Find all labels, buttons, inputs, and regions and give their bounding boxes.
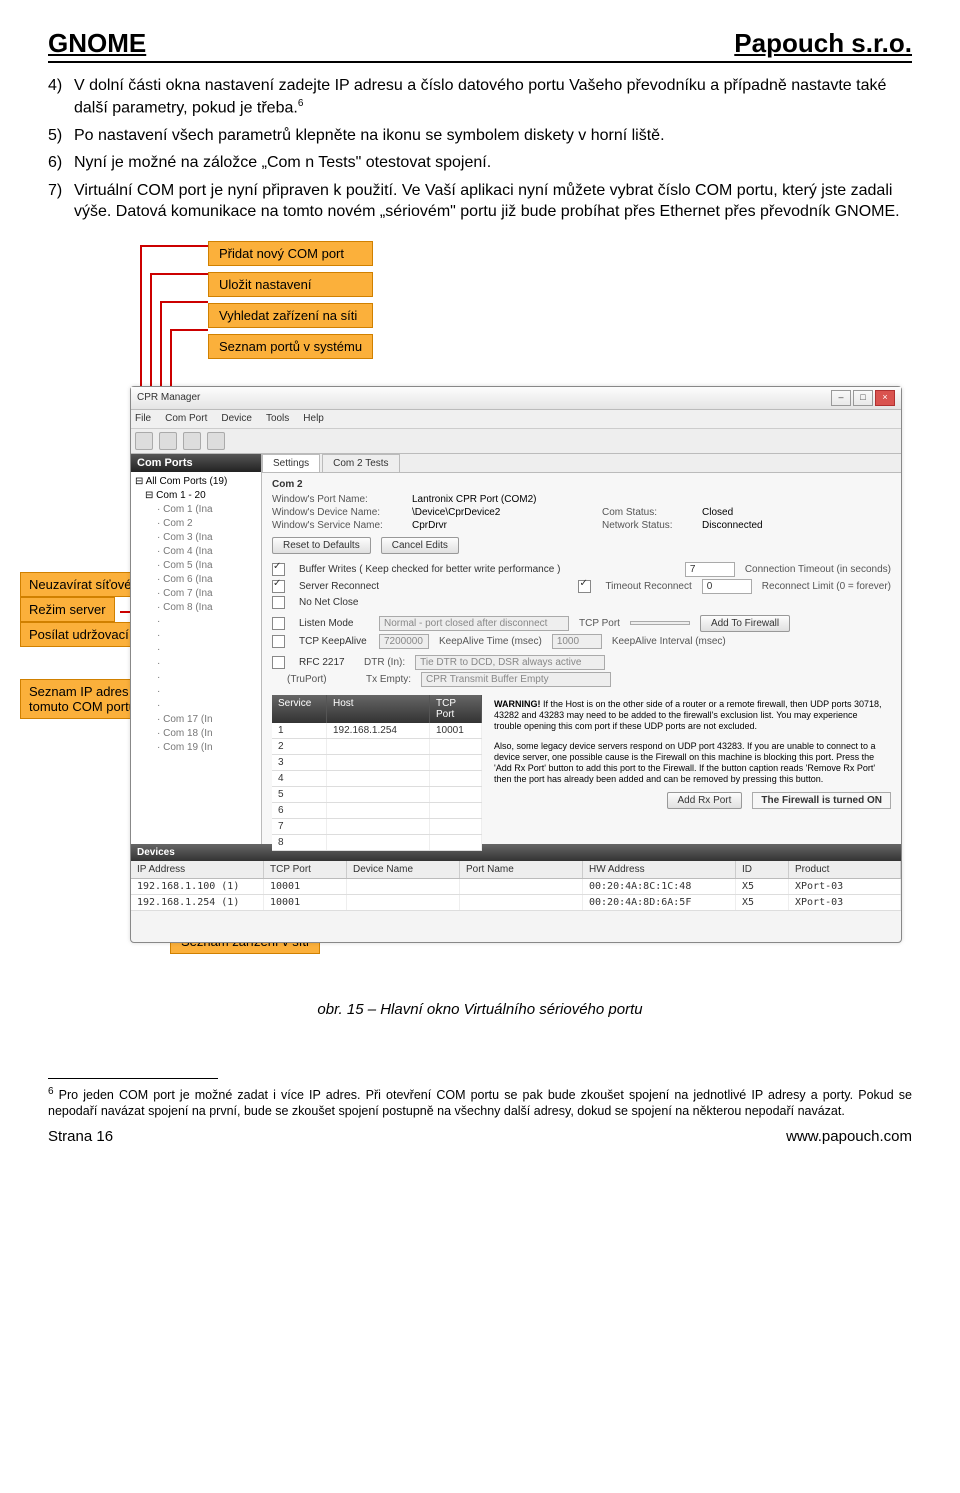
- settings-panel: Settings Com 2 Tests Com 2 Window's Port…: [262, 454, 901, 844]
- tree-item[interactable]: · Com 7 (Ina: [157, 587, 257, 601]
- menu-file[interactable]: File: [135, 413, 151, 424]
- host-row[interactable]: 2: [272, 739, 482, 755]
- callout-server-mode: Režim server: [20, 597, 115, 622]
- host-row[interactable]: 6: [272, 803, 482, 819]
- footnote: 6 Pro jeden COM port je možné zadat i ví…: [48, 1085, 912, 1120]
- tree-item[interactable]: · Com 8 (Ina: [157, 601, 257, 615]
- keepalive-interval-field[interactable]: 1000: [552, 634, 602, 649]
- close-button[interactable]: ×: [875, 390, 895, 406]
- timeout-reconnect-field[interactable]: 0: [702, 579, 752, 594]
- timeout-reconnect-checkbox[interactable]: [578, 580, 591, 593]
- add-rx-port-button[interactable]: Add Rx Port: [667, 792, 743, 809]
- callout-save: Uložit nastavení: [208, 272, 373, 297]
- item5-num: 5): [48, 125, 74, 147]
- tree-item[interactable]: · Com 18 (In: [157, 727, 257, 741]
- tree-item[interactable]: · Com 1 (Ina: [157, 503, 257, 517]
- item5-text: Po nastavení všech parametrů klepněte na…: [74, 125, 912, 147]
- host-row[interactable]: 4: [272, 771, 482, 787]
- tree-item[interactable]: · Com 4 (Ina: [157, 545, 257, 559]
- host-row[interactable]: 3: [272, 755, 482, 771]
- warning-text-2: Also, some legacy device servers respond…: [490, 737, 891, 790]
- item7-text: Virtuální COM port je nyní připraven k p…: [74, 180, 912, 223]
- keepalive-time-field[interactable]: 7200000: [379, 634, 429, 649]
- titlebar: CPR Manager – □ ×: [131, 387, 901, 410]
- figure-caption: obr. 15 – Hlavní okno Virtuálního sériov…: [48, 1001, 912, 1018]
- host-row[interactable]: 7: [272, 819, 482, 835]
- cancel-edits-button[interactable]: Cancel Edits: [381, 537, 459, 554]
- instruction-list: 4) V dolní části okna nastavení zadejte …: [48, 75, 912, 223]
- toolbar-save-icon[interactable]: [159, 432, 177, 450]
- header-left: GNOME: [48, 28, 146, 59]
- toolbar: [131, 429, 901, 454]
- item6-text: Nyní je možné na záložce „Com n Tests" o…: [74, 152, 912, 174]
- sidebar: Com Ports ⊟ All Com Ports (19) ⊟ Com 1 -…: [131, 454, 262, 844]
- tree-item[interactable]: · Com 5 (Ina: [157, 559, 257, 573]
- rfc2217-checkbox[interactable]: [272, 656, 285, 669]
- tab-settings[interactable]: Settings: [262, 454, 320, 472]
- host-row[interactable]: 1192.168.1.25410001: [272, 723, 482, 739]
- tree-item[interactable]: ·: [157, 657, 257, 671]
- conn-timeout-field[interactable]: 7: [685, 562, 735, 577]
- toolbar-search-icon[interactable]: [183, 432, 201, 450]
- tree-item[interactable]: ·: [157, 643, 257, 657]
- buffer-writes-checkbox[interactable]: [272, 563, 285, 576]
- sidebar-header: Com Ports: [131, 454, 261, 472]
- callout-search-net: Vyhledat zařízení na síti: [208, 303, 373, 328]
- tree-item[interactable]: ·: [157, 615, 257, 629]
- footer-url: www.papouch.com: [786, 1128, 912, 1145]
- tab-tests[interactable]: Com 2 Tests: [322, 454, 399, 472]
- tree-item[interactable]: ·: [157, 699, 257, 713]
- host-row[interactable]: 5: [272, 787, 482, 803]
- reset-defaults-button[interactable]: Reset to Defaults: [272, 537, 371, 554]
- tree-item[interactable]: · Com 6 (Ina: [157, 573, 257, 587]
- warning-text-1: WARNING! WARNING! If the Host is on the …: [490, 695, 891, 737]
- port-tree[interactable]: ⊟ All Com Ports (19) ⊟ Com 1 - 20 · Com …: [131, 472, 261, 758]
- host-row[interactable]: 8: [272, 835, 482, 851]
- tree-item[interactable]: · Com 3 (Ina: [157, 531, 257, 545]
- item4-num: 4): [48, 75, 74, 119]
- maximize-button[interactable]: □: [853, 390, 873, 406]
- header-right: Papouch s.r.o.: [734, 28, 912, 59]
- listen-mode-checkbox[interactable]: [272, 617, 285, 630]
- tcp-port-field[interactable]: [630, 621, 690, 625]
- listen-mode-select[interactable]: Normal - port closed after disconnect: [379, 616, 569, 631]
- minimize-button[interactable]: –: [831, 390, 851, 406]
- item4-text: V dolní části okna nastavení zadejte IP …: [74, 75, 912, 119]
- tree-item[interactable]: · Com 17 (In: [157, 713, 257, 727]
- tx-empty-select[interactable]: CPR Transmit Buffer Empty: [421, 672, 611, 687]
- item6-num: 6): [48, 152, 74, 174]
- callout-add-port: Přidat nový COM port: [208, 241, 373, 266]
- callout-port-list: Seznam portů v systému: [208, 334, 373, 359]
- no-net-close-checkbox[interactable]: [272, 596, 285, 609]
- toolbar-refresh-icon[interactable]: [207, 432, 225, 450]
- server-reconnect-checkbox[interactable]: [272, 580, 285, 593]
- header-rule: [48, 61, 912, 63]
- device-row[interactable]: 192.168.1.100 (1)1000100:20:4A:8C:1C:48X…: [131, 879, 901, 895]
- devices-columns: IP Address TCP Port Device Name Port Nam…: [131, 861, 901, 879]
- firewall-status: The Firewall is turned ON: [752, 792, 891, 809]
- add-firewall-button[interactable]: Add To Firewall: [700, 615, 790, 632]
- port-label: Com 2: [272, 479, 891, 490]
- page-number: Strana 16: [48, 1128, 113, 1145]
- menu-comport[interactable]: Com Port: [165, 413, 207, 424]
- figure: Přidat nový COM port Uložit nastavení Vy…: [60, 241, 900, 961]
- device-row[interactable]: 192.168.1.254 (1)1000100:20:4A:8D:6A:5FX…: [131, 895, 901, 911]
- menu-help[interactable]: Help: [303, 413, 324, 424]
- tree-item[interactable]: · Com 19 (In: [157, 741, 257, 755]
- host-table: ServiceHostTCP Port 1192.168.1.254100012…: [272, 695, 482, 851]
- tree-item[interactable]: ·: [157, 671, 257, 685]
- cpr-manager-window: CPR Manager – □ × File Com Port Device T…: [130, 386, 902, 943]
- tree-item[interactable]: · Com 2: [157, 517, 257, 531]
- menu-device[interactable]: Device: [221, 413, 252, 424]
- tree-item[interactable]: ·: [157, 629, 257, 643]
- window-title: CPR Manager: [137, 392, 200, 403]
- toolbar-add-icon[interactable]: [135, 432, 153, 450]
- menu-tools[interactable]: Tools: [266, 413, 289, 424]
- footnote-sep: [48, 1078, 218, 1079]
- tree-item[interactable]: ·: [157, 685, 257, 699]
- menubar: File Com Port Device Tools Help: [131, 410, 901, 429]
- keepalive-checkbox[interactable]: [272, 635, 285, 648]
- dtr-select[interactable]: Tie DTR to DCD, DSR always active: [415, 655, 605, 670]
- item7-num: 7): [48, 180, 74, 223]
